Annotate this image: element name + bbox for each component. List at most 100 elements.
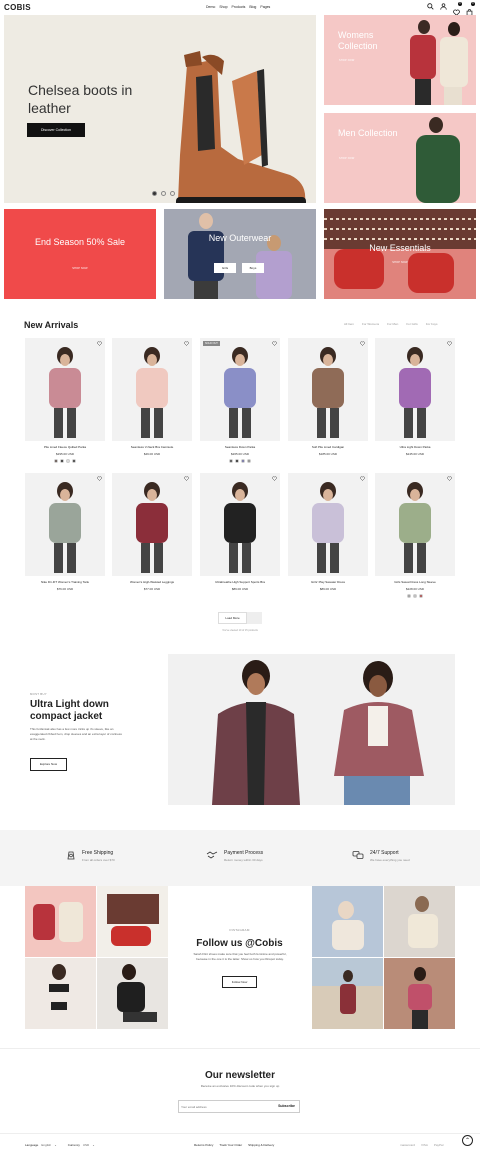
- search-icon[interactable]: [427, 3, 434, 10]
- promo-men-link[interactable]: SHOP NOW: [339, 157, 354, 160]
- girls-button[interactable]: Girls: [214, 263, 236, 273]
- nav-blog[interactable]: Blog: [249, 5, 256, 9]
- follow-now-button[interactable]: Follow Now: [222, 976, 257, 988]
- instagram-photo[interactable]: [384, 958, 455, 1029]
- product-image[interactable]: [25, 473, 105, 576]
- filter-men[interactable]: For Men: [387, 322, 398, 326]
- promo-essentials-link[interactable]: SHOP NOW: [324, 261, 476, 264]
- wishlist-heart-icon[interactable]: [447, 341, 452, 346]
- color-swatch[interactable]: [407, 594, 411, 598]
- product-image[interactable]: [112, 473, 192, 576]
- wishlist-heart-icon[interactable]: [184, 341, 189, 346]
- product-card[interactable]: Seamless V-Neck Bra Camisole $49.00 USD: [112, 338, 192, 456]
- wishlist-heart-icon[interactable]: [360, 476, 365, 481]
- color-swatch[interactable]: [60, 459, 64, 463]
- slider-dot[interactable]: [161, 191, 166, 196]
- currency-select[interactable]: USD: [83, 1143, 89, 1147]
- user-icon[interactable]: [440, 3, 447, 10]
- color-swatch[interactable]: [229, 459, 233, 463]
- product-image[interactable]: [375, 473, 455, 576]
- product-card[interactable]: Girls' Play Sweater Dress $89.00 USD: [288, 473, 368, 591]
- product-name[interactable]: Nike Dri-FIT Women's Training Tank: [25, 580, 105, 584]
- instagram-photo[interactable]: [25, 886, 96, 957]
- color-swatch[interactable]: [66, 459, 70, 463]
- product-card[interactable]: Ultra Light Down Parka $245.00 USD: [375, 338, 455, 456]
- explore-now-button[interactable]: Explore Now: [30, 758, 67, 771]
- wishlist-heart-icon[interactable]: [360, 341, 365, 346]
- instagram-photo[interactable]: [312, 958, 383, 1029]
- color-swatch[interactable]: [413, 594, 417, 598]
- promo-womens[interactable]: Womens Collection SHOP NOW: [324, 15, 476, 105]
- wishlist-heart-icon[interactable]: [272, 476, 277, 481]
- shipping-delivery-link[interactable]: Shipping & Delivery: [248, 1143, 274, 1147]
- product-card[interactable]: Soft Pile Lined Cardigan $185.00 USD: [288, 338, 368, 456]
- product-card[interactable]: Nike Dri-FIT Women's Training Tank $76.00…: [25, 473, 105, 591]
- product-card[interactable]: Girls Sweat Dress Long Sleeve $228.00 USD: [375, 473, 455, 598]
- filter-all[interactable]: All Item: [344, 322, 354, 326]
- instagram-photo[interactable]: [312, 886, 383, 957]
- product-card[interactable]: Pile Lined Fleece Quilted Parka $295.00 U…: [25, 338, 105, 463]
- product-image[interactable]: SOLD OUT: [200, 338, 280, 441]
- filter-girls[interactable]: For Girls: [406, 322, 418, 326]
- product-name[interactable]: Pile Lined Fleece Quilted Parka: [25, 445, 105, 449]
- color-swatch[interactable]: [247, 459, 251, 463]
- promo-men[interactable]: Men Collection SHOP NOW: [324, 113, 476, 203]
- wishlist-button[interactable]: 0: [453, 2, 462, 16]
- wishlist-heart-icon[interactable]: [97, 476, 102, 481]
- logo[interactable]: COBIS: [4, 3, 31, 12]
- wishlist-heart-icon[interactable]: [97, 341, 102, 346]
- color-swatch[interactable]: [241, 459, 245, 463]
- email-input[interactable]: [181, 1102, 271, 1111]
- filter-boys[interactable]: For boys: [426, 322, 438, 326]
- instagram-photo[interactable]: [97, 958, 168, 1029]
- promo-outerwear[interactable]: New Outerwear Girls Boys: [164, 209, 316, 299]
- filter-womens[interactable]: For Womens: [362, 322, 379, 326]
- wishlist-heart-icon[interactable]: [272, 341, 277, 346]
- product-name[interactable]: Seamless Down Parka: [200, 445, 280, 449]
- nav-pages[interactable]: Pages: [260, 5, 270, 9]
- instagram-photo[interactable]: [384, 886, 455, 957]
- returns-policy-link[interactable]: Returns Policy: [194, 1143, 213, 1147]
- product-image[interactable]: [25, 338, 105, 441]
- boys-button[interactable]: Boys: [242, 263, 264, 273]
- promo-sale-link[interactable]: SHOP NOW: [4, 267, 156, 270]
- product-card[interactable]: Women's High-Waisted Leggings $77.00 USD: [112, 473, 192, 591]
- product-name[interactable]: Girls' Play Sweater Dress: [288, 580, 368, 584]
- wishlist-heart-icon[interactable]: [447, 476, 452, 481]
- promo-womens-link[interactable]: SHOP NOW: [339, 59, 354, 62]
- promo-essentials[interactable]: New Essentials SHOP NOW: [324, 209, 476, 299]
- color-swatch[interactable]: [54, 459, 58, 463]
- nav-shop[interactable]: Shop: [219, 5, 227, 9]
- load-more-button[interactable]: Load More: [218, 612, 262, 624]
- product-card[interactable]: SOLD OUT Seamless Down Parka $265.00 USD: [200, 338, 280, 463]
- back-to-top-button[interactable]: ⌃: [462, 1135, 473, 1146]
- nav-products[interactable]: Products: [232, 5, 246, 9]
- slider-dot[interactable]: [170, 191, 175, 196]
- promo-sale[interactable]: End Season 50% Sale SHOP NOW: [4, 209, 156, 299]
- product-name[interactable]: Girls Sweat Dress Long Sleeve: [375, 580, 455, 584]
- color-swatch[interactable]: [419, 594, 423, 598]
- instagram-photo[interactable]: [97, 886, 168, 957]
- product-card[interactable]: Ultrabreathe High Support Sports Bra $89.…: [200, 473, 280, 591]
- product-image[interactable]: [288, 338, 368, 441]
- product-image[interactable]: [288, 473, 368, 576]
- slider-dot[interactable]: [152, 191, 157, 196]
- hero-discover-button[interactable]: Discover Collection: [27, 123, 85, 137]
- product-name[interactable]: Ultrabreathe High Support Sports Bra: [200, 580, 280, 584]
- language-select[interactable]: English: [41, 1143, 51, 1147]
- nav-demo[interactable]: Demo: [206, 5, 215, 9]
- cart-button[interactable]: 0: [466, 2, 475, 16]
- product-name[interactable]: Women's High-Waisted Leggings: [112, 580, 192, 584]
- product-image[interactable]: [375, 338, 455, 441]
- color-swatch[interactable]: [235, 459, 239, 463]
- track-order-link[interactable]: Track Your Order: [219, 1143, 242, 1147]
- product-name[interactable]: Seamless V-Neck Bra Camisole: [112, 445, 192, 449]
- instagram-photo[interactable]: [25, 958, 96, 1029]
- subscribe-button[interactable]: Subscribe: [278, 1104, 295, 1108]
- product-image[interactable]: [112, 338, 192, 441]
- product-name[interactable]: Soft Pile Lined Cardigan: [288, 445, 368, 449]
- product-image[interactable]: [200, 473, 280, 576]
- color-swatch[interactable]: [72, 459, 76, 463]
- product-name[interactable]: Ultra Light Down Parka: [375, 445, 455, 449]
- wishlist-heart-icon[interactable]: [184, 476, 189, 481]
